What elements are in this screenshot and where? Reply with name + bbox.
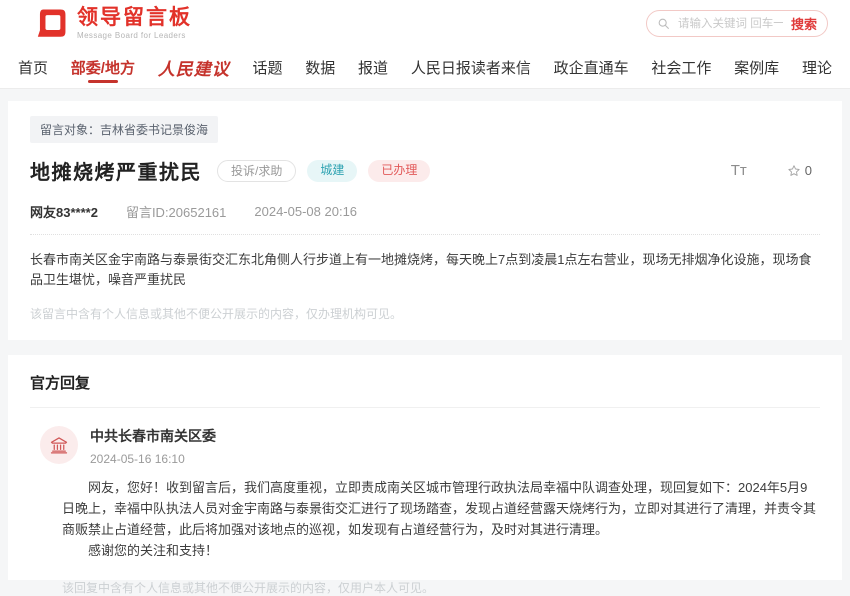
logo-title: 领导留言板 [77, 7, 192, 28]
reply-timestamp: 2024-05-16 16:10 [90, 452, 216, 466]
government-building-icon [49, 435, 69, 455]
nav-item-reports[interactable]: 报道 [358, 47, 388, 88]
message-target-badge: 留言对象：吉林省委书记景俊海 [30, 116, 218, 143]
reply-author: 中共长春市南关区委 [90, 426, 216, 446]
dotted-divider [30, 234, 820, 235]
search-button[interactable]: 搜索 [791, 14, 817, 33]
avatar [40, 426, 78, 464]
reply-privacy-note: 该回复中含有个人信息或其他不便公开展示的内容，仅用户本人可见。 [62, 579, 820, 596]
site-header: 领导留言板 Message Board for Leaders 搜索 [0, 0, 850, 47]
star-icon [787, 164, 801, 178]
nav-item-ministries-local[interactable]: 部委/地方 [71, 47, 135, 88]
tag-complaint: 投诉/求助 [217, 160, 296, 182]
font-size-icon[interactable]: Tт [731, 162, 747, 179]
reply-section-title: 官方回复 [30, 372, 820, 408]
message-title: 地摊烧烤严重扰民 [30, 156, 202, 185]
site-logo[interactable]: 领导留言板 Message Board for Leaders [34, 7, 192, 41]
message-card: 留言对象：吉林省委书记景俊海 地摊烧烤严重扰民 投诉/求助 城建 已办理 Tт … [8, 101, 842, 340]
nav-item-data[interactable]: 数据 [305, 47, 335, 88]
nav-item-gov-enterprise[interactable]: 政企直通车 [554, 47, 629, 88]
tag-urban-construction: 城建 [307, 160, 357, 182]
official-reply-card: 官方回复 中共长春市南关区委 2024-05-16 16:10 网 [8, 355, 842, 580]
search-box: 搜索 [646, 10, 828, 37]
message-content: 长春市南关区金宇南路与泰景街交汇东北角侧人行步道上有一地摊烧烤，每天晚上7点到凌… [30, 250, 820, 290]
message-id: 留言ID:20652161 [126, 202, 226, 221]
favorite-button[interactable]: 0 [787, 163, 812, 178]
search-input[interactable] [676, 17, 785, 31]
nav-item-reader-letters[interactable]: 人民日报读者来信 [411, 47, 531, 88]
tag-status-handled: 已办理 [368, 160, 430, 182]
nav-item-social-work[interactable]: 社会工作 [651, 47, 711, 88]
message-author: 网友83****2 [30, 202, 98, 221]
message-timestamp: 2024-05-08 20:16 [254, 204, 357, 219]
search-icon [657, 17, 670, 30]
logo-speech-bubble-icon [34, 7, 68, 41]
nav-item-case-library[interactable]: 案例库 [734, 47, 779, 88]
nav-item-people-suggestions[interactable]: 人民建议 [158, 47, 230, 88]
reply-content: 网友，您好！收到留言后，我们高度重视，立即责成南关区城市管理行政执法局幸福中队调… [62, 477, 820, 561]
reply-paragraph: 感谢您的关注和支持！ [62, 540, 820, 561]
favorite-count: 0 [805, 163, 812, 178]
message-privacy-note: 该留言中含有个人信息或其他不便公开展示的内容，仅办理机构可见。 [30, 305, 820, 322]
message-tags: 投诉/求助 城建 已办理 [217, 160, 430, 182]
nav-item-theory[interactable]: 理论 [802, 47, 832, 88]
nav-item-home[interactable]: 首页 [18, 47, 48, 88]
main-nav: 首页 部委/地方 人民建议 话题 数据 报道 人民日报读者来信 政企直通车 社会… [0, 47, 850, 89]
reply-paragraph: 网友，您好！收到留言后，我们高度重视，立即责成南关区城市管理行政执法局幸福中队调… [62, 477, 820, 540]
nav-item-topics[interactable]: 话题 [252, 47, 282, 88]
logo-subtitle: Message Board for Leaders [77, 31, 192, 40]
